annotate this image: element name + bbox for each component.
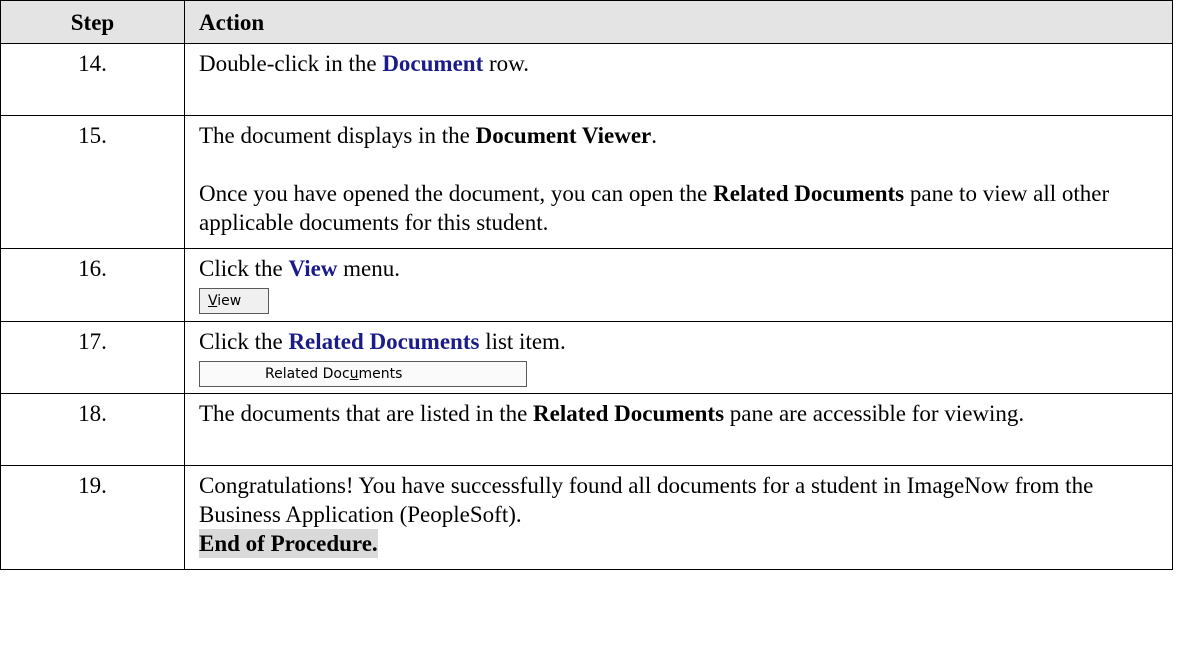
- end-of-procedure-label: End of Procedure.: [199, 529, 378, 558]
- action-emphasis: Document: [382, 51, 484, 76]
- step-number: 17.: [0, 321, 185, 394]
- step-number: 19.: [0, 465, 185, 570]
- step-action: Click the View menu. View: [184, 248, 1173, 322]
- action-paragraph: Click the Related Documents list item.: [199, 327, 1158, 356]
- action-emphasis: Related Documents: [533, 401, 725, 426]
- step-number: 14.: [0, 43, 185, 116]
- action-emphasis: Related Documents: [713, 181, 905, 206]
- action-emphasis: Document Viewer: [475, 123, 652, 148]
- step-action: The document displays in the Document Vi…: [184, 115, 1173, 249]
- related-documents-list-item[interactable]: Related Documents: [199, 361, 527, 387]
- action-paragraph: Once you have opened the document, you c…: [199, 179, 1158, 237]
- step-number: 16.: [0, 248, 185, 322]
- action-text: The documents that are listed in the: [199, 401, 534, 426]
- action-text: Once you have opened the document, you c…: [199, 181, 714, 206]
- action-text: list item.: [479, 329, 566, 354]
- button-label: iew: [217, 293, 242, 309]
- step-action: Double-click in the Document row.: [184, 43, 1173, 116]
- action-text: row.: [483, 51, 530, 76]
- action-text: Click the: [199, 256, 289, 281]
- step-column-header: Step: [0, 0, 185, 44]
- action-text: Double-click in the: [199, 51, 383, 76]
- step-action: Congratulations! You have successfully f…: [184, 465, 1173, 570]
- action-emphasis: Related Documents: [288, 329, 480, 354]
- table-row: 15. The document displays in the Documen…: [0, 115, 1173, 249]
- step-number: 15.: [0, 115, 185, 249]
- action-emphasis: View: [288, 256, 338, 281]
- action-text: The document displays in the: [199, 123, 476, 148]
- step-action: The documents that are listed in the Rel…: [184, 393, 1173, 466]
- view-menu-button[interactable]: View: [199, 288, 269, 314]
- table-row: 17. Click the Related Documents list ite…: [0, 321, 1173, 394]
- table-row: 18. The documents that are listed in the…: [0, 393, 1173, 466]
- action-text: Congratulations! You have successfully f…: [199, 473, 1094, 527]
- action-text: menu.: [337, 256, 401, 281]
- action-paragraph: Click the View menu.: [199, 254, 1158, 283]
- access-key: V: [208, 293, 218, 309]
- action-text: Click the: [199, 329, 289, 354]
- procedure-table: Step Action 14. Double-click in the Docu…: [0, 0, 1173, 570]
- action-text: .: [651, 123, 657, 148]
- action-paragraph: The document displays in the Document Vi…: [199, 121, 1158, 150]
- table-row: 14. Double-click in the Document row.: [0, 43, 1173, 116]
- table-row: 19. Congratulations! You have successful…: [0, 465, 1173, 570]
- item-label: ments: [358, 366, 403, 382]
- action-column-header: Action: [184, 0, 1173, 44]
- step-number: 18.: [0, 393, 185, 466]
- item-label: Related Doc: [265, 366, 350, 382]
- access-key: u: [349, 366, 359, 382]
- table-row: 16. Click the View menu. View: [0, 248, 1173, 322]
- action-text: pane are accessible for viewing.: [724, 401, 1025, 426]
- header-row: Step Action: [0, 0, 1173, 44]
- step-action: Click the Related Documents list item. R…: [184, 321, 1173, 394]
